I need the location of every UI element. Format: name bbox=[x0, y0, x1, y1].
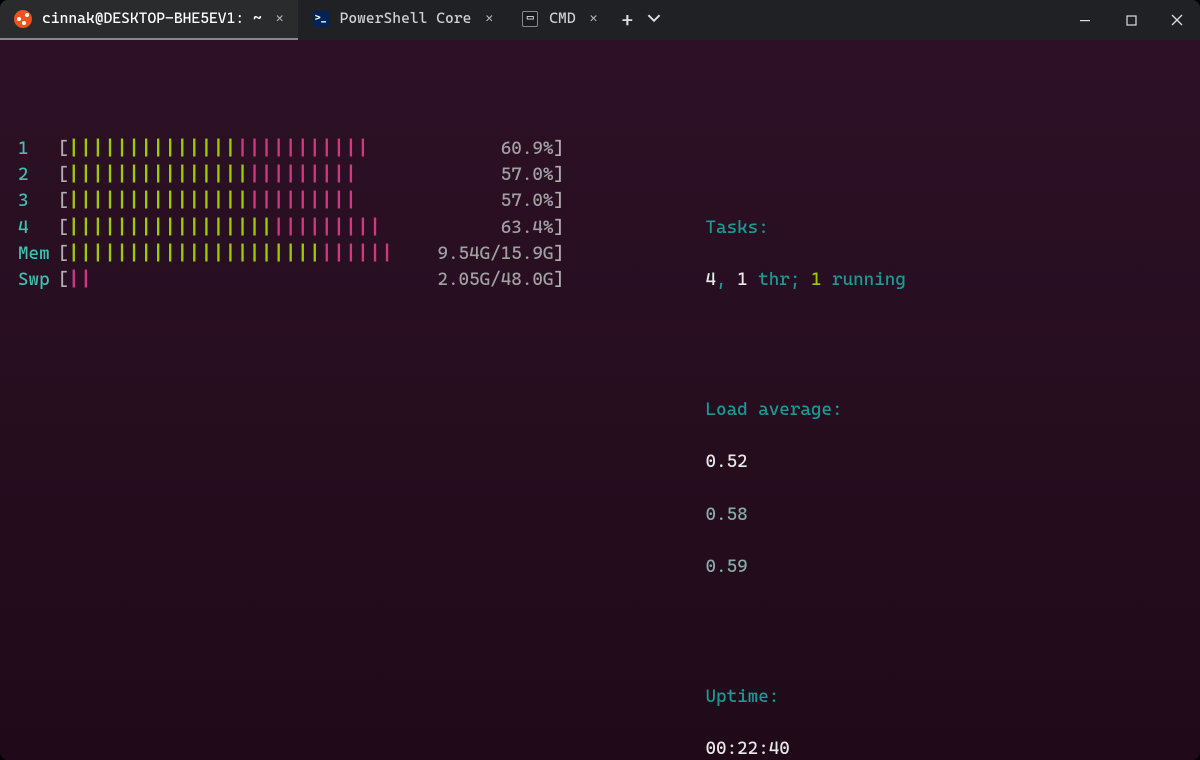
load-2: 0.58 bbox=[705, 504, 747, 525]
titlebar: cinnak@DESKTOP-BHE5EV1: ~ ✕ >_ PowerShell C… bbox=[0, 0, 1200, 40]
swap-label: Swp bbox=[18, 267, 58, 293]
mem-value: 9.54G/15.9G bbox=[437, 241, 553, 267]
cpu-index: 1 bbox=[18, 136, 58, 162]
meters-panel: 1 [|||||||||||||||||||||||||60.9%]2 [|||… bbox=[18, 136, 564, 760]
cpu-meter-2: 2 [||||||||||||||||||||||||57.0%] bbox=[18, 162, 564, 188]
minimize-icon bbox=[1079, 14, 1091, 26]
load-1: 0.52 bbox=[705, 451, 747, 472]
threads-count: 1 bbox=[737, 269, 748, 290]
tab-label: cinnak@DESKTOP-BHE5EV1: ~ bbox=[42, 8, 262, 30]
ubuntu-icon bbox=[14, 10, 32, 28]
mem-label: Mem bbox=[18, 241, 58, 267]
tab-close-button[interactable]: ✕ bbox=[485, 10, 493, 29]
terminal-body[interactable]: 1 [|||||||||||||||||||||||||60.9%]2 [|||… bbox=[0, 40, 1200, 760]
close-window-button[interactable] bbox=[1154, 0, 1200, 40]
swap-value: 2.05G/48.0G bbox=[437, 267, 553, 293]
tab-0[interactable]: cinnak@DESKTOP-BHE5EV1: ~ ✕ bbox=[0, 0, 298, 40]
running-count: 1 bbox=[811, 269, 822, 290]
cpu-index: 3 bbox=[18, 188, 58, 214]
tab-close-button[interactable]: ✕ bbox=[590, 10, 598, 29]
uptime-value: 00:22:40 bbox=[705, 738, 789, 759]
load-3: 0.59 bbox=[705, 556, 747, 577]
new-tab-button[interactable]: + bbox=[621, 6, 633, 35]
cpu-meter-3: 3 [||||||||||||||||||||||||57.0%] bbox=[18, 188, 564, 214]
cpu-meter-1: 1 [|||||||||||||||||||||||||60.9%] bbox=[18, 136, 564, 162]
window-controls bbox=[1062, 0, 1200, 40]
tasks-label: Tasks: bbox=[705, 217, 768, 238]
mem-meter: Mem[|||||||||||||||||||||||||||9.54G/15.… bbox=[18, 241, 564, 267]
uptime-label: Uptime: bbox=[705, 686, 779, 707]
tasks-count: 4 bbox=[705, 269, 716, 290]
tasks-sep: , bbox=[716, 269, 737, 290]
running-label: running bbox=[821, 269, 905, 290]
cpu-pct: 60.9% bbox=[501, 136, 554, 162]
swap-meter: Swp[||2.05G/48.0G] bbox=[18, 267, 564, 293]
thr-label: thr; bbox=[748, 269, 811, 290]
tab-label: CMD bbox=[549, 8, 575, 30]
tab-dropdown-button[interactable] bbox=[647, 7, 661, 33]
cpu-pct: 63.4% bbox=[501, 215, 554, 241]
cpu-pct: 57.0% bbox=[501, 162, 554, 188]
tab-1[interactable]: >_ PowerShell Core ✕ bbox=[298, 0, 508, 40]
cmd-icon: ▭ bbox=[521, 10, 539, 28]
tab-close-button[interactable]: ✕ bbox=[276, 10, 284, 29]
terminal-window: cinnak@DESKTOP-BHE5EV1: ~ ✕ >_ PowerShell C… bbox=[0, 0, 1200, 760]
powershell-icon: >_ bbox=[312, 10, 330, 28]
chevron-down-icon bbox=[647, 11, 661, 25]
tabs-host: cinnak@DESKTOP-BHE5EV1: ~ ✕ >_ PowerShell C… bbox=[0, 0, 611, 40]
load-label: Load average: bbox=[705, 399, 842, 420]
close-icon bbox=[1171, 14, 1183, 26]
system-stats: Tasks: 4, 1 thr; 1 running Load average:… bbox=[600, 136, 906, 760]
maximize-button[interactable] bbox=[1108, 0, 1154, 40]
cpu-pct: 57.0% bbox=[501, 188, 554, 214]
tab-2[interactable]: ▭ CMD ✕ bbox=[507, 0, 611, 40]
cpu-index: 4 bbox=[18, 215, 58, 241]
cpu-meter-4: 4 [||||||||||||||||||||||||||63.4%] bbox=[18, 215, 564, 241]
tab-label: PowerShell Core bbox=[340, 8, 472, 30]
minimize-button[interactable] bbox=[1062, 0, 1108, 40]
cpu-index: 2 bbox=[18, 162, 58, 188]
maximize-icon bbox=[1126, 15, 1137, 26]
